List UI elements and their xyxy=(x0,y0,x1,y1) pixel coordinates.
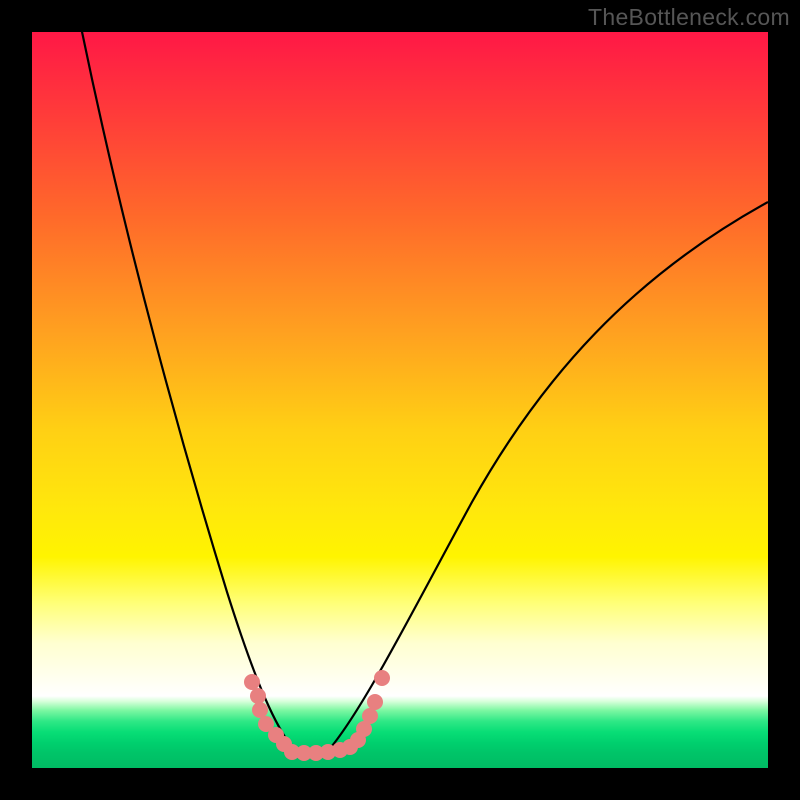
left-curve xyxy=(80,32,294,750)
marker-group xyxy=(244,670,390,761)
curve-layer xyxy=(32,32,768,768)
chart-frame: TheBottleneck.com xyxy=(0,0,800,800)
plot-area xyxy=(32,32,768,768)
right-curve xyxy=(327,202,768,752)
watermark-text: TheBottleneck.com xyxy=(588,4,790,31)
